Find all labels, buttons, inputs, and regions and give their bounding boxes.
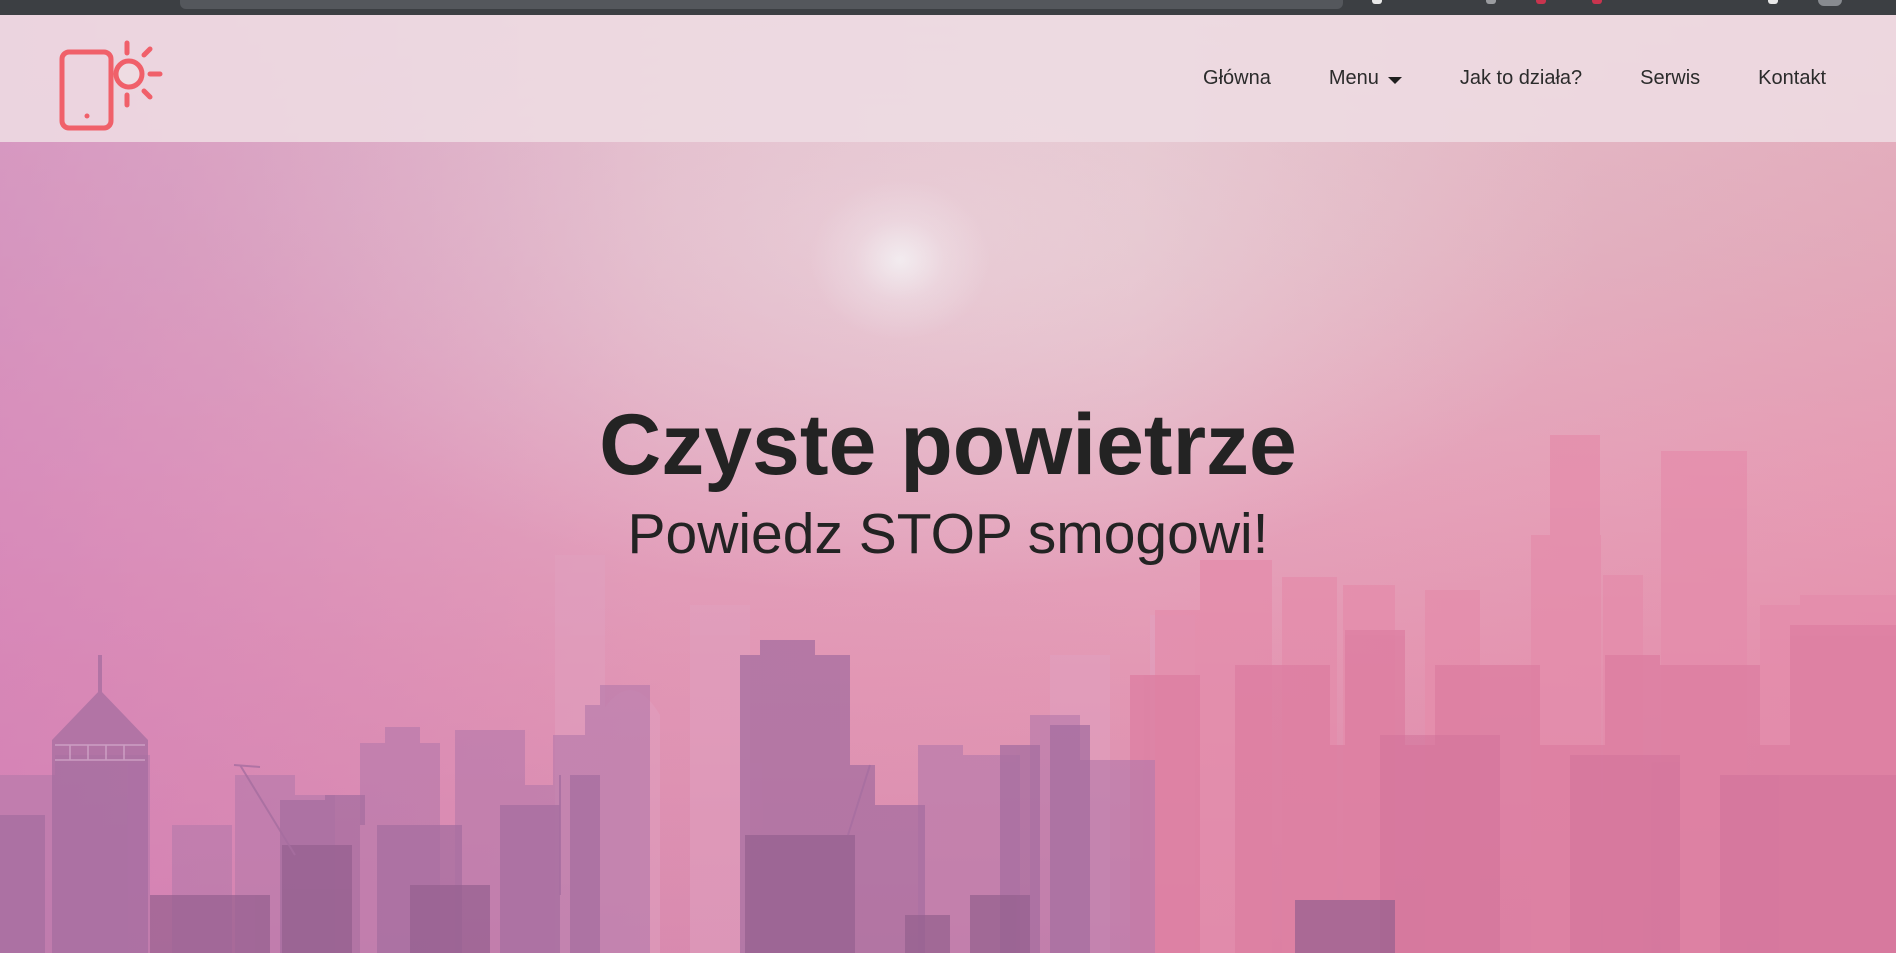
hero-section: Czyste powietrze Powiedz STOP smogowi!	[0, 15, 1896, 953]
nav-link-label: Serwis	[1640, 67, 1701, 89]
caret-down-icon	[1387, 76, 1402, 84]
nav-link-label: Menu	[1328, 67, 1379, 89]
nav-link-glowna[interactable]: Główna	[1203, 67, 1271, 90]
nav-link-serwis[interactable]: Serwis	[1640, 67, 1700, 90]
nav-link-label: Główna	[1203, 67, 1271, 89]
browser-profile-avatar[interactable]	[1818, 0, 1842, 6]
browser-extension-icon[interactable]	[1486, 0, 1496, 4]
browser-toolbar-strip	[0, 0, 1896, 15]
browser-address-bar[interactable]	[180, 0, 1343, 9]
hero-subtitle: Powiedz STOP smogowi!	[627, 502, 1269, 566]
hero-text-block: Czyste powietrze Powiedz STOP smogowi!	[0, 395, 1896, 569]
browser-extension-icon[interactable]	[1372, 0, 1382, 4]
nav-link-kontakt[interactable]: Kontakt	[1758, 67, 1826, 90]
browser-extension-icon[interactable]	[1536, 0, 1546, 4]
browser-extension-icon[interactable]	[1768, 0, 1778, 4]
nav-link-jak-to-dziala[interactable]: Jak to działa?	[1460, 67, 1582, 90]
hero-title: Czyste powietrze	[599, 397, 1297, 493]
nav-link-label: Jak to działa?	[1459, 67, 1583, 89]
browser-extension-icon[interactable]	[1592, 0, 1602, 4]
main-navigation: Główna Menu Jak to działa? Serwis Kontak…	[1145, 15, 1826, 142]
phone-sun-logo-icon[interactable]	[56, 27, 166, 137]
nav-link-label: Kontakt	[1758, 67, 1826, 89]
nav-link-menu-dropdown[interactable]: Menu	[1329, 67, 1402, 90]
site-navbar: Główna Menu Jak to działa? Serwis Kontak…	[0, 15, 1896, 142]
